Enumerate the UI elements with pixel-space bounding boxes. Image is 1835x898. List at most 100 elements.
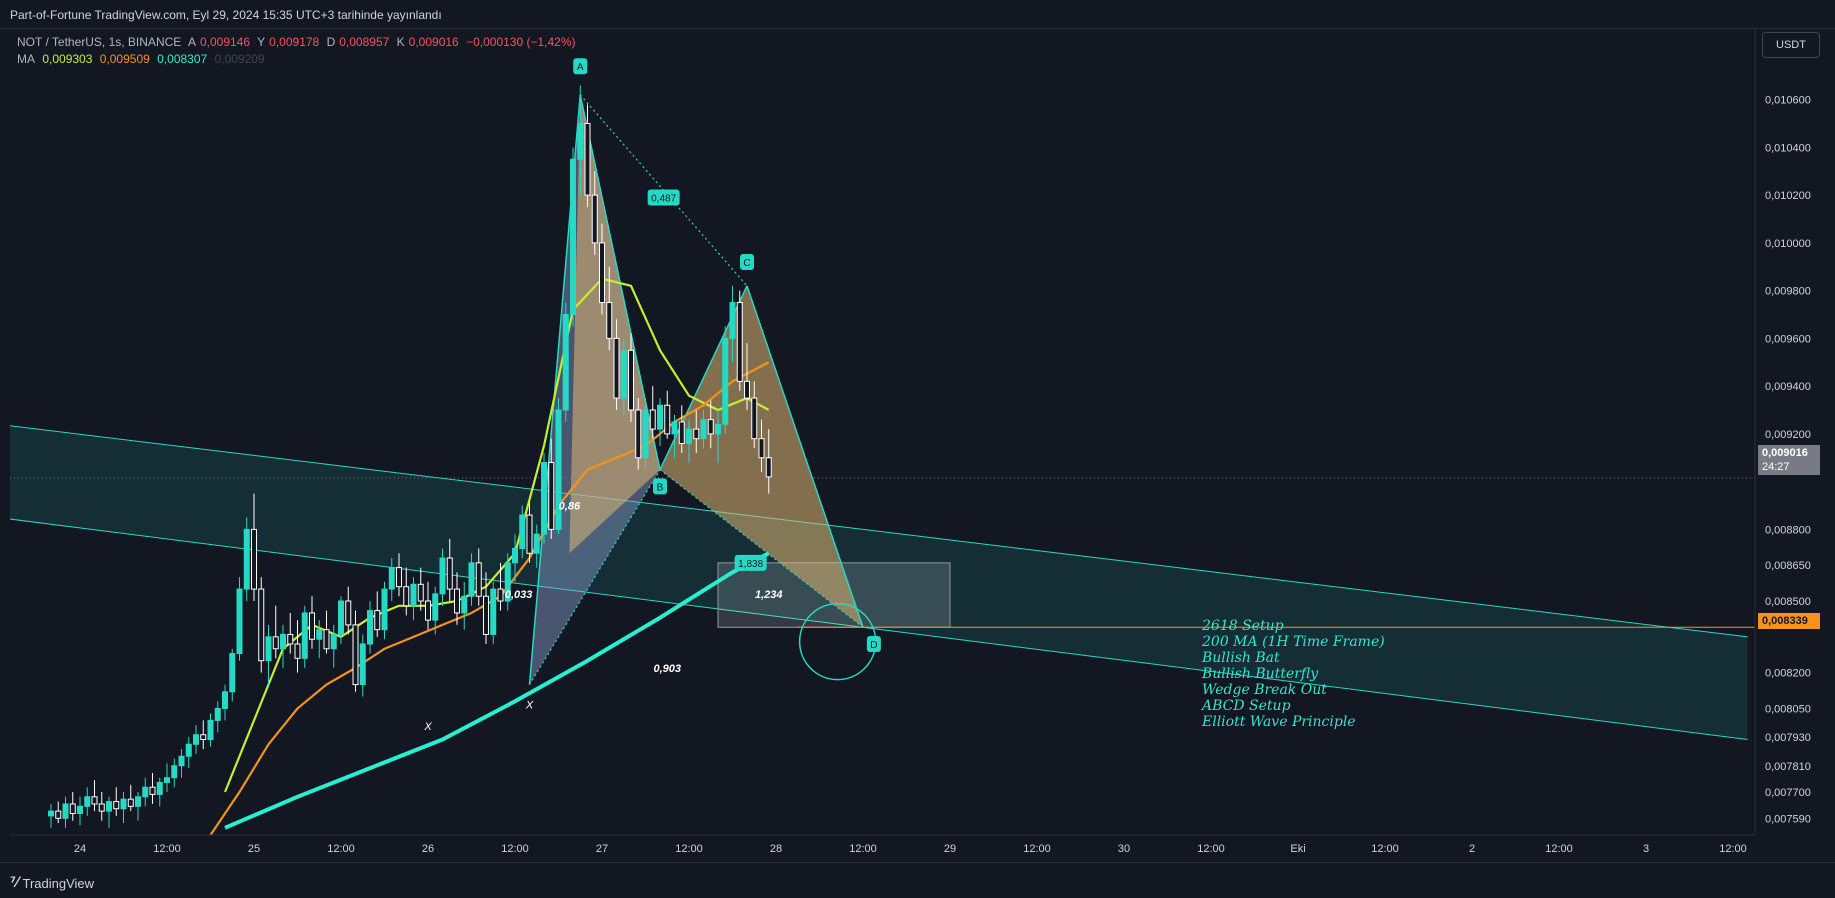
- y-tick-label: 0,008650: [1765, 560, 1811, 572]
- candle-body: [468, 562, 475, 597]
- candle-body: [294, 643, 301, 659]
- ratio-label: 1,838: [738, 559, 763, 570]
- candle-body: [512, 547, 518, 564]
- candle-body: [613, 337, 620, 399]
- candle-body: [135, 796, 141, 807]
- candle-body: [584, 123, 591, 196]
- x-tick-label: 27: [596, 843, 608, 855]
- candle-body: [483, 595, 489, 635]
- x-tick-label: 29: [944, 843, 956, 855]
- candle-body: [490, 588, 497, 635]
- candle-body: [599, 242, 605, 304]
- candle-body: [381, 588, 388, 631]
- close-value: 0,009016: [408, 35, 459, 49]
- ratio-label: 0,903: [653, 663, 681, 675]
- candle-body: [113, 801, 120, 810]
- candle-body: [251, 528, 257, 590]
- ohlc-legend: NOT / TetherUS, 1s, BINANCE A 0,009146 Y0…: [17, 35, 580, 49]
- ma3-value: 0,008307: [157, 52, 208, 66]
- candle-body: [758, 438, 765, 459]
- y-tick-label: 0,010600: [1765, 95, 1811, 107]
- footer-bar: ⁷⁄ TradingView: [0, 862, 1835, 898]
- x-tick-label: 28: [770, 843, 782, 855]
- candle-body: [367, 610, 373, 645]
- candle-body: [548, 462, 555, 530]
- x-tick-label: 26: [422, 843, 434, 855]
- candle-body: [120, 798, 127, 810]
- tradingview-logo[interactable]: ⁷⁄ TradingView: [10, 875, 94, 891]
- candle-body: [127, 798, 134, 807]
- x-tick-label: 12:00: [1371, 843, 1399, 855]
- candle-body: [287, 633, 294, 645]
- note-item: 2618 Setup: [1202, 618, 1284, 634]
- candle-body: [403, 586, 410, 607]
- y-tick-label: 0,007810: [1765, 761, 1811, 773]
- candle-body: [526, 514, 533, 554]
- y-tick-label: 0,007590: [1765, 813, 1811, 825]
- candle-body: [345, 600, 352, 626]
- y-tick-label: 0,010400: [1765, 142, 1811, 154]
- note-item: Elliott Wave Principle: [1202, 714, 1356, 730]
- note-item: ABCD Setup: [1202, 698, 1291, 714]
- x-tick-label: 25: [248, 843, 260, 855]
- candle-body: [497, 588, 504, 602]
- ma4-value: 0,009209: [214, 52, 265, 66]
- point-label-X2: X: [423, 721, 432, 733]
- candle-body: [686, 428, 692, 444]
- candle-body: [280, 633, 286, 650]
- currency-button[interactable]: USDT: [1762, 32, 1820, 58]
- x-tick-label: 12:00: [1197, 843, 1225, 855]
- x-tick-label: Eki: [1290, 843, 1305, 855]
- candle-body: [642, 409, 649, 459]
- target-price-tag: 0,008339: [1758, 613, 1820, 629]
- candle-body: [693, 428, 700, 440]
- y-tick-label: 0,008050: [1765, 703, 1811, 715]
- high-label: Y: [257, 35, 266, 49]
- candle-body: [265, 636, 272, 662]
- candle-body: [722, 337, 729, 425]
- candle-body: [715, 423, 721, 435]
- candle-body: [620, 349, 627, 399]
- y-tick-label: 0,007930: [1765, 732, 1811, 744]
- x-tick-label: 12:00: [501, 843, 529, 855]
- note-item: Wedge Break Out: [1202, 682, 1327, 698]
- candle-body: [533, 533, 540, 554]
- x-tick-label: 30: [1118, 843, 1130, 855]
- note-item: Bullish Butterfly: [1202, 666, 1319, 682]
- price-chart[interactable]: A B C D X X 0,487 1,838 0,86 1,234 0,903 0,033 0,010…: [0, 0, 1835, 862]
- candle-body: [323, 629, 330, 650]
- x-tick-label: 12:00: [153, 843, 181, 855]
- candle-body: [678, 421, 685, 444]
- candle-body: [439, 557, 446, 595]
- candle-body: [309, 612, 315, 640]
- candle-body: [69, 803, 76, 815]
- candle-body: [519, 514, 526, 549]
- y-tick-label: 0,010200: [1765, 190, 1811, 202]
- low-label: D: [326, 35, 336, 49]
- candle-body: [84, 796, 91, 807]
- x-tick-label: 12:00: [849, 843, 877, 855]
- note-item: Bullish Bat: [1202, 650, 1280, 666]
- candle-body: [62, 803, 69, 819]
- candle-body: [243, 528, 250, 590]
- x-tick-label: 12:00: [1545, 843, 1573, 855]
- point-label-B: B: [657, 482, 664, 493]
- candle-body: [77, 805, 83, 815]
- x-tick-label: 3: [1643, 843, 1649, 855]
- candle-body: [606, 302, 613, 339]
- candle-body: [142, 786, 149, 798]
- ratio-label: 0,033: [505, 589, 533, 601]
- candle-body: [352, 624, 359, 686]
- candle-body: [229, 653, 236, 693]
- candle-body: [475, 562, 482, 597]
- candle-body: [178, 755, 185, 767]
- candle-body: [301, 612, 308, 659]
- candle-body: [200, 734, 207, 740]
- candle-body: [454, 588, 460, 614]
- candle-body: [214, 707, 221, 721]
- x-tick-label: 24: [74, 843, 86, 855]
- plot-area: A B C D X X 0,487 1,838 0,86 1,234 0,903 0,033: [10, 58, 1755, 835]
- ma-legend: MA 0,009303 0,009509 0,008307 0,009209: [17, 52, 269, 66]
- candle-body: [171, 765, 178, 779]
- candle-body: [98, 803, 105, 812]
